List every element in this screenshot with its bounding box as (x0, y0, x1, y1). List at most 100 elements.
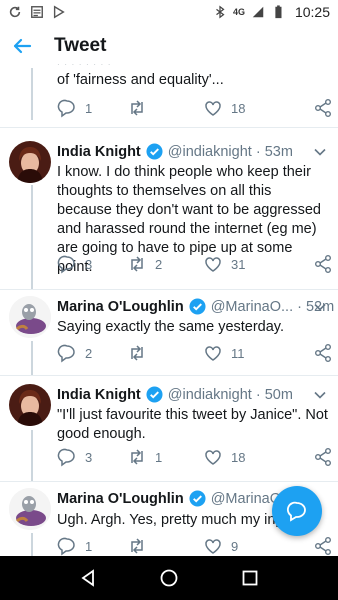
reply-icon (57, 537, 75, 556)
marina-oloughlin-avatar-image (9, 296, 51, 338)
like-button[interactable]: 31 (203, 254, 291, 274)
nav-recents-icon[interactable] (240, 568, 260, 588)
chevron-down-icon[interactable] (312, 387, 328, 403)
chevron-down-icon[interactable] (312, 144, 328, 160)
play-store-icon (53, 5, 65, 19)
author-handle[interactable]: @indiaknight · 50m (168, 387, 293, 403)
previous-tweet-actions: 1 18 (57, 96, 333, 120)
avatar[interactable] (9, 488, 51, 530)
share-icon (315, 344, 331, 362)
nav-home-icon[interactable] (159, 568, 179, 588)
arrow-left-icon (13, 38, 32, 54)
sync-icon (9, 6, 21, 18)
tweet-actions: 3 1 18 (57, 445, 333, 469)
share-icon (315, 99, 331, 117)
share-button[interactable] (313, 254, 333, 274)
tweet-text: Saying exactly the same yesterday. (57, 319, 285, 335)
tweet-header: India Knight @indiaknight · 50m (57, 386, 293, 403)
avatar[interactable] (9, 296, 51, 338)
compose-reply-button[interactable] (272, 486, 322, 536)
avatar[interactable] (9, 141, 51, 183)
thread-line (31, 341, 33, 375)
heart-icon (205, 346, 221, 361)
status-bar: 4G 10:25 (0, 0, 338, 24)
retweet-icon (131, 345, 143, 361)
page-title: Tweet (54, 35, 107, 56)
thread-line (31, 533, 33, 556)
like-button[interactable]: 9 (203, 536, 291, 556)
share-button[interactable] (313, 98, 333, 118)
share-icon (315, 255, 331, 273)
reply-button[interactable]: 3 (57, 447, 127, 467)
previous-tweet-line: of 'fairness and equality'... (57, 72, 224, 88)
back-button[interactable] (0, 24, 44, 68)
retweet-button[interactable]: 1 (127, 447, 203, 467)
like-button[interactable]: 18 (203, 447, 291, 467)
previous-tweet-text: ʼ ʼ ʼ ʼ ʼ ʼ ʼ ʼ of 'fairness and equalit… (57, 64, 224, 88)
retweet-button[interactable] (127, 98, 203, 118)
marina-oloughlin-avatar-image (9, 488, 51, 530)
reply-icon (57, 344, 75, 363)
chevron-down-icon[interactable] (312, 299, 328, 315)
author-name[interactable]: India Knight (57, 387, 141, 403)
tweet-header: India Knight @indiaknight · 53m (57, 143, 293, 160)
tweet-header: Marina O'Loughlin @MarinaO... · 52m (57, 298, 334, 315)
heart-icon (205, 101, 221, 116)
like-button[interactable]: 11 (203, 343, 291, 363)
share-button[interactable] (313, 447, 333, 467)
signal-icon (252, 6, 264, 18)
tweet-actions: 2 11 (57, 341, 333, 365)
heart-icon (205, 450, 221, 465)
tweet-actions: 3 2 31 (57, 252, 333, 276)
heart-icon (205, 539, 221, 554)
retweet-icon (131, 449, 143, 465)
tweet-header: Marina O'Loughlin @MarinaO... (57, 490, 293, 507)
heart-icon (205, 257, 221, 272)
system-nav-bar (0, 556, 338, 600)
reply-icon (57, 255, 75, 274)
nav-back-icon[interactable] (78, 568, 98, 588)
reply-icon (57, 99, 75, 118)
thread-line (31, 68, 33, 120)
author-handle[interactable]: @indiaknight · 53m (168, 144, 293, 160)
verified-badge-icon (189, 298, 206, 315)
india-knight-avatar-image (9, 384, 51, 426)
avatar[interactable] (9, 384, 51, 426)
network-type: 4G (232, 7, 245, 17)
retweet-icon (131, 538, 143, 554)
tweet[interactable]: India Knight @indiaknight · 53m I know. … (0, 128, 338, 289)
author-name[interactable]: Marina O'Loughlin (57, 299, 184, 315)
tweet[interactable]: India Knight @indiaknight · 50m "I'll ju… (0, 376, 338, 481)
author-name[interactable]: India Knight (57, 144, 141, 160)
share-icon (315, 537, 331, 555)
reply-button[interactable]: 3 (57, 254, 127, 274)
battery-icon (275, 5, 282, 19)
tweet-text: "I'll just favourite this tweet by Janic… (57, 407, 328, 442)
app-bar: Tweet (0, 24, 338, 68)
retweet-button[interactable]: 2 (127, 254, 203, 274)
share-button[interactable] (313, 536, 333, 556)
reply-button[interactable]: 2 (57, 343, 127, 363)
like-button[interactable]: 18 (203, 98, 291, 118)
tweet[interactable]: Marina O'Loughlin @MarinaO... · 52m Sayi… (0, 290, 338, 375)
reply-bubble-icon (287, 501, 306, 522)
bluetooth-icon (216, 5, 225, 19)
verified-badge-icon (146, 143, 163, 160)
retweet-icon (131, 100, 143, 116)
reply-button[interactable]: 1 (57, 98, 127, 118)
tweet-actions: 1 9 (57, 534, 333, 556)
verified-badge-icon (146, 386, 163, 403)
share-button[interactable] (313, 343, 333, 363)
author-name[interactable]: Marina O'Loughlin (57, 491, 184, 507)
thread-line (31, 430, 33, 481)
retweet-button[interactable] (127, 343, 203, 363)
thread-line (31, 185, 33, 289)
share-icon (315, 448, 331, 466)
india-knight-avatar-image (9, 141, 51, 183)
clock: 10:25 (294, 4, 330, 20)
news-icon (31, 6, 43, 18)
reply-button[interactable]: 1 (57, 536, 127, 556)
retweet-icon (131, 256, 143, 272)
retweet-button[interactable] (127, 536, 203, 556)
reply-icon (57, 448, 75, 467)
